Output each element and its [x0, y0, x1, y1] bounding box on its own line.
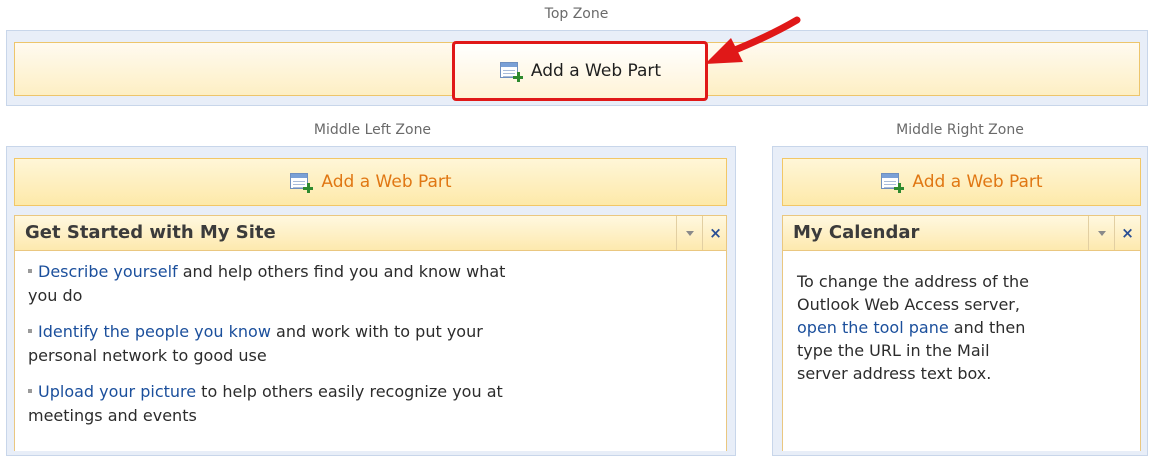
top-zone-add-web-part-button[interactable]: Add a Web Part — [452, 41, 708, 101]
middle-right-zone-label: Middle Right Zone — [896, 122, 1024, 138]
close-icon: × — [709, 223, 722, 242]
middle-right-add-web-part-button[interactable]: Add a Web Part — [782, 158, 1141, 206]
my-calendar-text: To change the address of the Outlook Web… — [797, 272, 1029, 383]
list-item: Describe yourself and help others find y… — [28, 262, 506, 305]
top-zone-add-web-part-label: Add a Web Part — [530, 61, 662, 81]
my-calendar-menu-button[interactable] — [1088, 216, 1114, 250]
describe-yourself-link[interactable]: Describe yourself — [38, 262, 178, 281]
my-calendar-title: My Calendar — [793, 222, 920, 243]
list-item: Identify the people you know and work wi… — [28, 322, 483, 365]
add-web-part-icon — [499, 60, 523, 82]
middle-left-add-web-part-label: Add a Web Part — [321, 172, 452, 192]
chevron-down-icon — [1097, 230, 1106, 236]
list-item: Upload your picture to help others easil… — [28, 382, 503, 425]
my-calendar-title-bar: My Calendar × — [782, 215, 1141, 251]
middle-left-add-web-part-button[interactable]: Add a Web Part — [14, 158, 727, 206]
middle-left-zone-label: Middle Left Zone — [313, 122, 432, 138]
upload-picture-link[interactable]: Upload your picture — [38, 382, 196, 401]
get-started-close-button[interactable]: × — [702, 216, 728, 250]
close-icon: × — [1121, 223, 1134, 242]
get-started-title-bar: Get Started with My Site × — [14, 215, 727, 251]
chevron-down-icon — [685, 230, 694, 236]
add-web-part-icon — [289, 171, 314, 193]
get-started-menu-button[interactable] — [676, 216, 702, 250]
add-web-part-icon — [880, 171, 905, 193]
open-tool-pane-link[interactable]: open the tool pane — [797, 318, 949, 337]
identify-people-link[interactable]: Identify the people you know — [38, 322, 271, 341]
get-started-title: Get Started with My Site — [25, 222, 276, 243]
top-zone-label: Top Zone — [544, 6, 609, 22]
red-arrow-annotation — [705, 16, 801, 64]
my-calendar-close-button[interactable]: × — [1114, 216, 1140, 250]
middle-right-add-web-part-label: Add a Web Part — [912, 172, 1043, 192]
